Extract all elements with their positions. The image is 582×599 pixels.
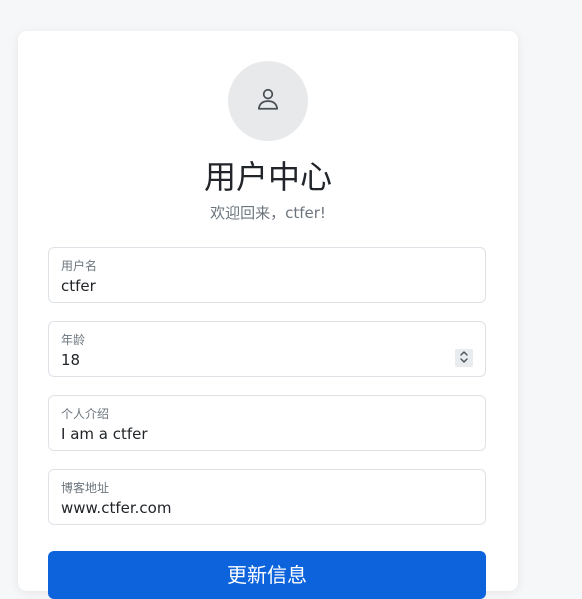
- age-value[interactable]: 18: [61, 350, 80, 370]
- bio-field[interactable]: 个人介绍 I am a ctfer: [48, 395, 486, 451]
- welcome-text: 欢迎回来，ctfer!: [210, 204, 326, 222]
- bio-label: 个人介绍: [61, 407, 110, 421]
- number-stepper[interactable]: [455, 349, 473, 367]
- blog-value[interactable]: www.ctfer.com: [61, 498, 171, 518]
- username-field[interactable]: 用户名 ctfer: [48, 247, 486, 303]
- bio-value[interactable]: I am a ctfer: [61, 424, 148, 444]
- avatar: [228, 61, 308, 141]
- page-title: 用户中心: [203, 158, 332, 196]
- username-label: 用户名: [61, 259, 98, 273]
- age-label: 年龄: [61, 333, 86, 347]
- blog-field[interactable]: 博客地址 www.ctfer.com: [48, 469, 486, 525]
- stepper-arrows-icon: [459, 349, 469, 368]
- profile-card: 用户中心 欢迎回来，ctfer! 用户名 ctfer 年龄 18 个人介绍 I …: [18, 31, 518, 599]
- username-value[interactable]: ctfer: [61, 276, 96, 296]
- blog-label: 博客地址: [61, 481, 110, 495]
- update-info-button[interactable]: 更新信息: [48, 551, 486, 599]
- age-field[interactable]: 年龄 18: [48, 321, 486, 377]
- user-icon: [255, 86, 281, 116]
